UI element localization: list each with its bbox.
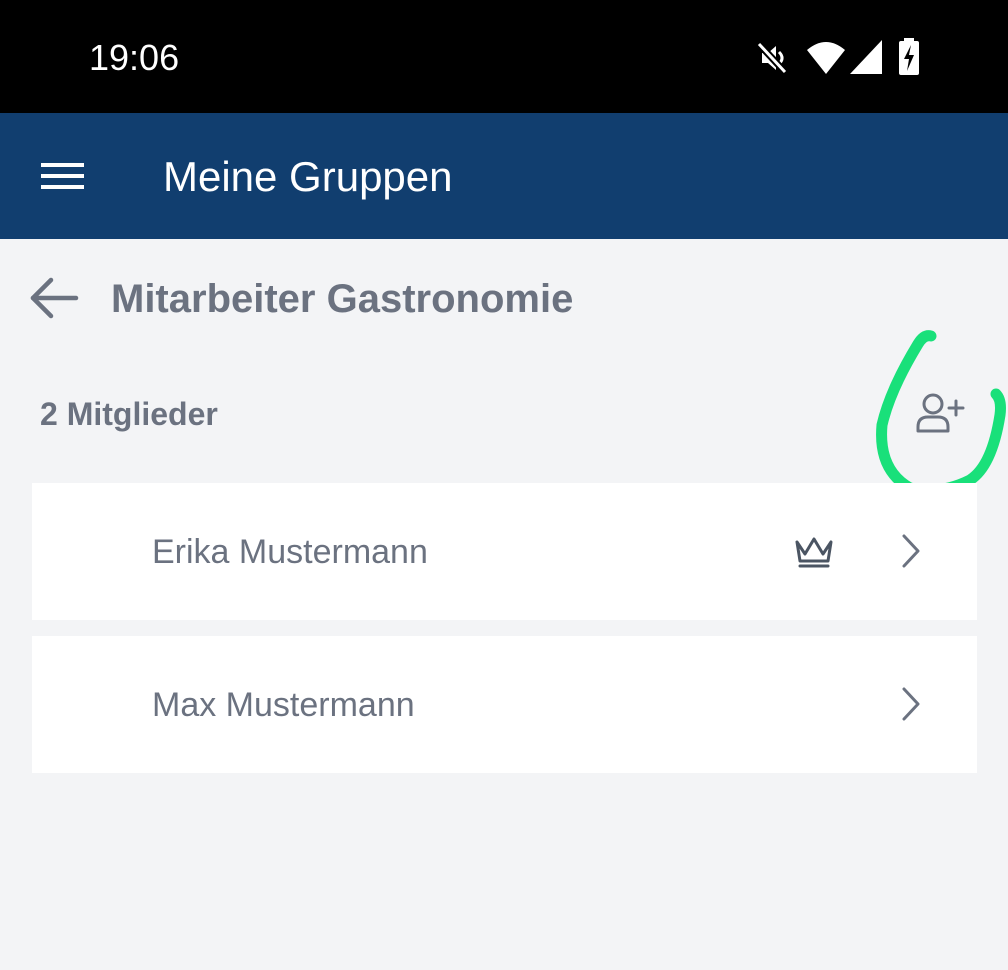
crown-icon (795, 537, 833, 568)
mute-icon (754, 38, 790, 83)
wifi-icon (806, 38, 846, 83)
chevron-right-icon (902, 687, 920, 721)
add-member-button[interactable] (904, 384, 974, 444)
battery-charging-icon (898, 38, 920, 83)
status-time: 19:06 (89, 37, 180, 78)
member-count: 2 Mitglieder (40, 396, 218, 432)
member-row[interactable]: Max Mustermann (32, 636, 977, 773)
member-name: Max Mustermann (152, 686, 415, 724)
menu-icon (41, 163, 84, 189)
menu-button[interactable] (28, 146, 96, 206)
member-row[interactable]: Erika Mustermann (32, 483, 977, 620)
page-title: Mitarbeiter Gastronomie (111, 277, 574, 321)
signal-icon (850, 38, 884, 83)
status-bar: 19:06 (0, 0, 1008, 113)
member-name: Erika Mustermann (152, 533, 428, 571)
back-button[interactable] (20, 266, 88, 330)
app-bar: Meine Gruppen (0, 113, 1008, 239)
chevron-right-icon (902, 534, 920, 568)
user-plus-icon (916, 393, 965, 433)
app-title: Meine Gruppen (163, 153, 453, 200)
arrow-left-icon (30, 277, 79, 319)
